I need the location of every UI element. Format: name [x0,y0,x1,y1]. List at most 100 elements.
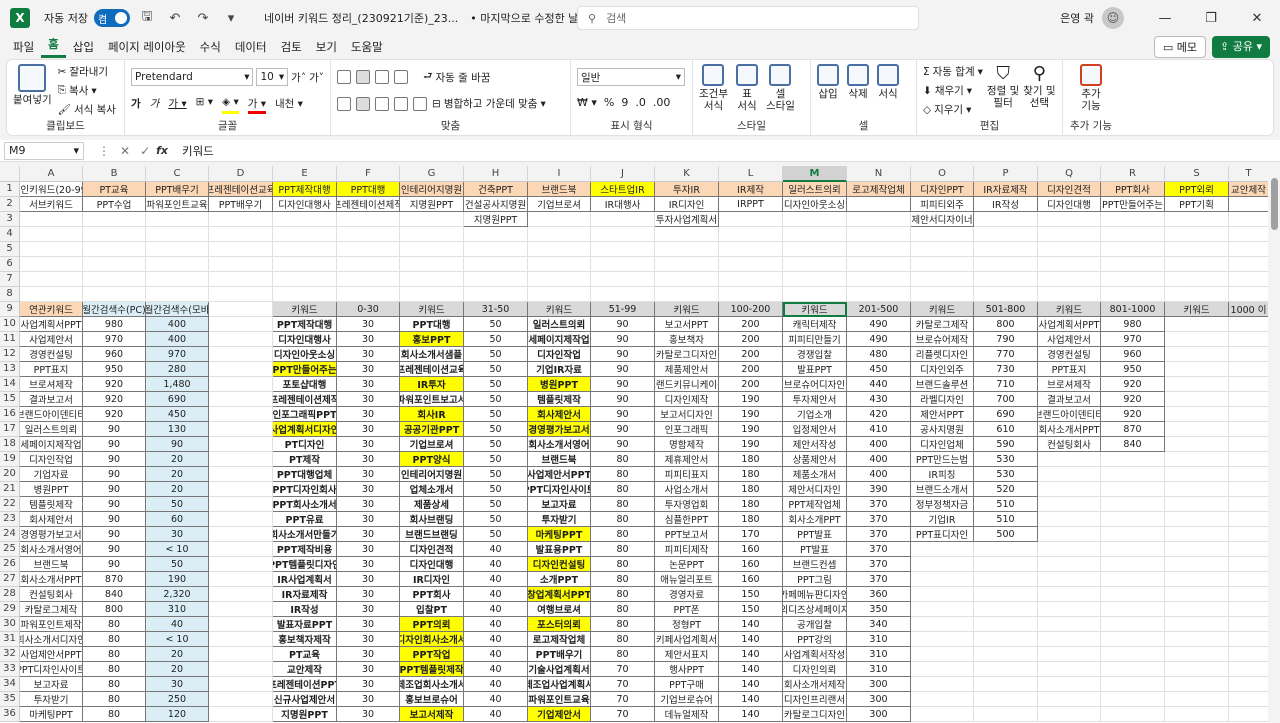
cell-Q23[interactable] [1038,512,1101,527]
align-left-icon[interactable] [337,96,351,111]
cell-O21[interactable]: 브랜드소개서 [911,482,974,497]
cell-L31[interactable]: 140 [719,632,783,647]
restore-icon[interactable]: ❐ [1188,0,1234,36]
cell-A5[interactable] [20,242,83,257]
cell-H22[interactable]: 50 [464,497,528,512]
cell-A10[interactable]: 사업계획서PPT [20,317,83,332]
cell-O18[interactable]: 디자인업체 [911,437,974,452]
redo-icon[interactable]: ↷ [192,7,214,29]
cell-D20[interactable] [209,467,273,482]
cell-P21[interactable]: 520 [974,482,1038,497]
cell-M13[interactable]: 발표PPT [783,362,847,377]
cell-R29[interactable] [1101,602,1165,617]
cell-D28[interactable] [209,587,273,602]
row-header-11[interactable]: 11 [0,332,20,347]
cell-F18[interactable]: 30 [337,437,400,452]
cell-R36[interactable] [1101,707,1165,722]
cell-N17[interactable]: 410 [847,422,911,437]
cell-M26[interactable]: 브랜드컨셉 [783,557,847,572]
cell-M14[interactable]: 브로슈어디자인 [783,377,847,392]
cell-L14[interactable]: 200 [719,377,783,392]
cell-J8[interactable] [591,287,655,302]
cell-B25[interactable]: 90 [83,542,146,557]
cell-E12[interactable]: 디자인아웃소싱 [273,347,337,362]
cell-L24[interactable]: 170 [719,527,783,542]
cell-G14[interactable]: IR투자 [400,377,464,392]
cell-T24[interactable] [1229,527,1269,542]
cell-P26[interactable] [974,557,1038,572]
cell-K4[interactable] [655,227,719,242]
cell-L11[interactable]: 200 [719,332,783,347]
cell-L34[interactable]: 140 [719,677,783,692]
decrease-font-icon[interactable]: 가˅ [309,68,324,86]
cell-O28[interactable] [911,587,974,602]
cell-F13[interactable]: 30 [337,362,400,377]
cell-T6[interactable] [1229,257,1269,272]
cell-F11[interactable]: 30 [337,332,400,347]
cell-T12[interactable] [1229,347,1269,362]
cell-F16[interactable]: 30 [337,407,400,422]
cell-R23[interactable] [1101,512,1165,527]
cell-K33[interactable]: 행사PPT [655,662,719,677]
cell-J7[interactable] [591,272,655,287]
orientation-icon[interactable] [394,70,408,84]
align-right-icon[interactable] [375,96,389,111]
tab-home[interactable]: 홈 [41,36,66,58]
cell-M23[interactable]: 회사소개PPT [783,512,847,527]
cell-O36[interactable] [911,707,974,722]
cell-B15[interactable]: 920 [83,392,146,407]
cell-A27[interactable]: 회사소개서PPT [20,572,83,587]
cell-M30[interactable]: 공개입찰 [783,617,847,632]
cell-D29[interactable] [209,602,273,617]
cell-H24[interactable]: 50 [464,527,528,542]
cell-E23[interactable]: PPT유료 [273,512,337,527]
cell-J11[interactable]: 90 [591,332,655,347]
cell-G7[interactable] [400,272,464,287]
cell-J24[interactable]: 80 [591,527,655,542]
select-all-corner[interactable] [0,166,20,182]
comma-icon[interactable]: 9 [621,96,628,109]
cell-I2[interactable]: 기업브로셔 [528,197,591,212]
row-header-23[interactable]: 23 [0,512,20,527]
cell-I27[interactable]: 소개PPT [528,572,591,587]
cell-F29[interactable]: 30 [337,602,400,617]
cell-O22[interactable]: 정부정책자금 [911,497,974,512]
cell-C2[interactable]: 파워포인트교육 [146,197,209,212]
tab-data[interactable]: 데이터 [228,39,274,58]
cell-T13[interactable] [1229,362,1269,377]
row-header-12[interactable]: 12 [0,347,20,362]
cell-R7[interactable] [1101,272,1165,287]
cell-H3[interactable]: 지명원PPT [464,212,528,227]
cell-P30[interactable] [974,617,1038,632]
cell-B12[interactable]: 960 [83,347,146,362]
cell-F26[interactable]: 30 [337,557,400,572]
cell-A26[interactable]: 브랜드북 [20,557,83,572]
cell-H4[interactable] [464,227,528,242]
cell-H33[interactable]: 40 [464,662,528,677]
cell-G30[interactable]: PPT의뢰 [400,617,464,632]
cell-B31[interactable]: 80 [83,632,146,647]
cell-N31[interactable]: 310 [847,632,911,647]
cell-T22[interactable] [1229,497,1269,512]
cell-O2[interactable]: 피피티외주 [911,197,974,212]
cell-D35[interactable] [209,692,273,707]
cell-N14[interactable]: 440 [847,377,911,392]
cell-A33[interactable]: PPT디자인사이트 [20,662,83,677]
cell-N21[interactable]: 390 [847,482,911,497]
cell-B9[interactable]: 월간검색수(PC) [83,302,146,317]
row-header-28[interactable]: 28 [0,587,20,602]
cell-G18[interactable]: 기업브로셔 [400,437,464,452]
cell-S11[interactable] [1165,332,1229,347]
cell-S9[interactable]: 키워드 [1165,302,1229,317]
cell-A4[interactable] [20,227,83,242]
cell-M17[interactable]: 입정제안서 [783,422,847,437]
cell-M31[interactable]: PPT강의 [783,632,847,647]
cell-S34[interactable] [1165,677,1229,692]
cell-M36[interactable]: 카탈로그디자인 [783,707,847,722]
cell-K28[interactable]: 경영자료 [655,587,719,602]
cell-E18[interactable]: PT디자인 [273,437,337,452]
cell-F5[interactable] [337,242,400,257]
cell-T14[interactable] [1229,377,1269,392]
cell-S6[interactable] [1165,257,1229,272]
cell-D3[interactable] [209,212,273,227]
